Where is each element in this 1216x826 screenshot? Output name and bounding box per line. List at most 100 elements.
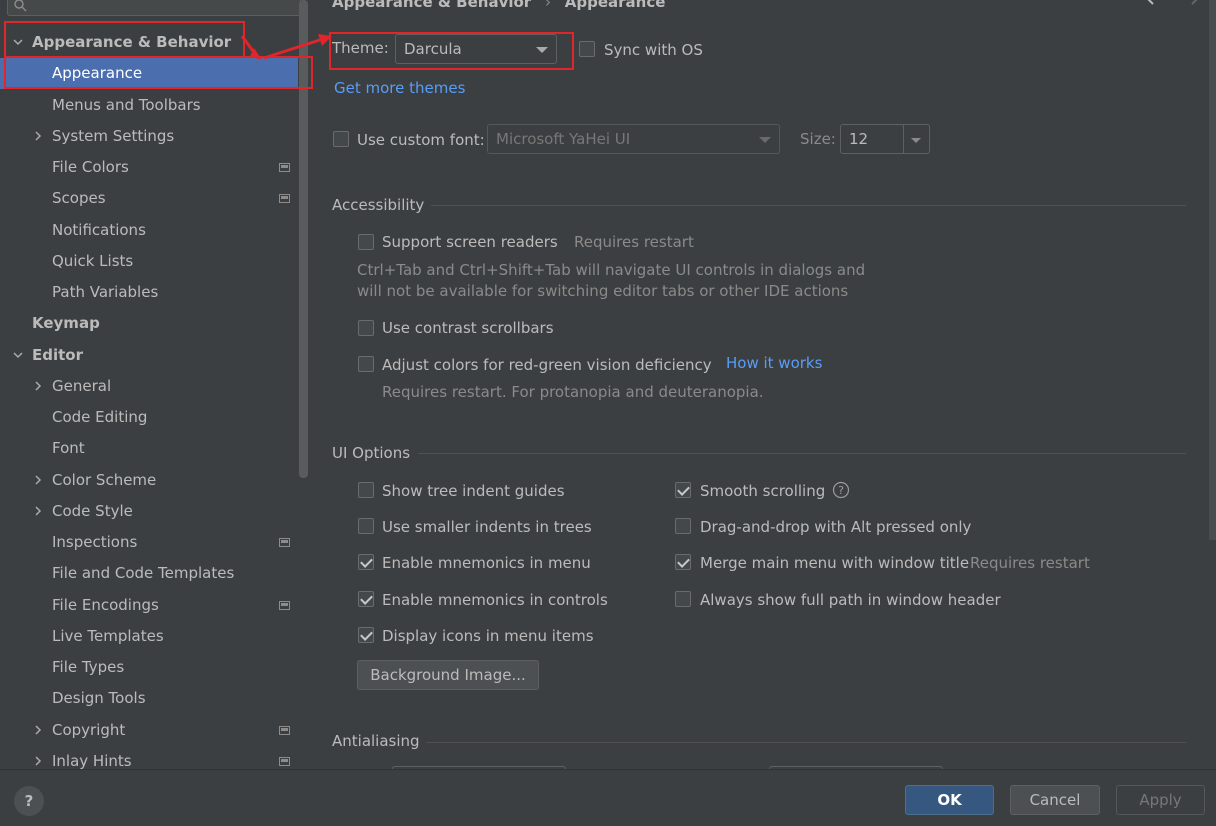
sidebar-item-label: Design Tools	[52, 689, 146, 707]
sidebar-item-font[interactable]: Font	[0, 433, 298, 464]
color-deficiency-label: Adjust colors for red-green vision defic…	[382, 356, 712, 374]
annotation-arrows	[240, 34, 332, 60]
back-arrow-icon[interactable]	[1145, 0, 1165, 8]
sidebar-item-label: General	[52, 377, 112, 395]
tree-indent-guides-label: Show tree indent guides	[382, 482, 565, 500]
sidebar-item-label: File Colors	[52, 158, 129, 176]
sidebar-item-notifications[interactable]: Notifications	[0, 215, 298, 246]
chevron-right-icon	[35, 475, 42, 485]
sidebar-item-path-variables[interactable]: Path Variables	[0, 277, 298, 308]
sidebar-item-label: Path Variables	[52, 283, 159, 301]
breadcrumb: Appearance & Behavior › Appearance	[332, 0, 665, 13]
sidebar-item-quick-lists[interactable]: Quick Lists	[0, 246, 298, 277]
help-button[interactable]: ?	[14, 786, 44, 816]
content-scrollbar[interactable]	[1209, 0, 1216, 540]
sidebar-item-code-style[interactable]: Code Style	[0, 496, 298, 527]
sidebar-item-label: File and Code Templates	[52, 564, 235, 582]
screen-readers-label: Support screen readers	[382, 233, 558, 251]
sidebar-item-live-templates[interactable]: Live Templates	[0, 621, 298, 652]
breadcrumb-parent[interactable]: Appearance & Behavior	[332, 0, 531, 11]
screen-readers-description-2: will not be available for switching edit…	[357, 282, 849, 300]
search-icon	[14, 0, 27, 12]
help-icon[interactable]: ?	[832, 481, 850, 499]
font-size-combo[interactable]: 12	[840, 124, 930, 154]
combo-divider	[903, 125, 904, 153]
sidebar-item-file-colors[interactable]: File Colors	[0, 152, 298, 183]
sidebar-item-design-tools[interactable]: Design Tools	[0, 683, 298, 714]
sidebar-item-label: File Encodings	[52, 596, 159, 614]
sidebar-item-file-code-templates[interactable]: File and Code Templates	[0, 558, 298, 589]
cancel-button[interactable]: Cancel	[1010, 785, 1100, 815]
sidebar-item-file-encodings[interactable]: File Encodings	[0, 590, 298, 621]
sidebar-item-inlay-hints[interactable]: Inlay Hints	[0, 746, 298, 769]
mnemonics-controls-checkbox[interactable]	[358, 591, 374, 607]
how-it-works-link[interactable]: How it works	[726, 354, 822, 372]
sidebar-item-file-types[interactable]: File Types	[0, 652, 298, 683]
sidebar-item-label: Live Templates	[52, 627, 164, 645]
color-deficiency-checkbox[interactable]	[358, 356, 374, 372]
full-path-header-checkbox[interactable]	[675, 591, 691, 607]
sidebar-item-scopes[interactable]: Scopes	[0, 183, 298, 214]
dropdown-arrow-icon	[759, 137, 771, 143]
screen-readers-description-1: Ctrl+Tab and Ctrl+Shift+Tab will navigat…	[357, 261, 866, 279]
project-level-icon	[279, 538, 290, 547]
settings-sidebar: Appearance & Behavior Appearance Menus a…	[0, 0, 311, 769]
settings-content: Appearance & Behavior › Appearance Theme…	[311, 0, 1216, 769]
custom-font-dropdown[interactable]: Microsoft YaHei UI	[487, 124, 780, 154]
mnemonics-menu-checkbox[interactable]	[358, 554, 374, 570]
sidebar-item-label: Keymap	[32, 314, 100, 332]
sidebar-item-label: Editor	[32, 346, 83, 364]
breadcrumb-current: Appearance	[564, 0, 666, 11]
sidebar-item-menus-toolbars[interactable]: Menus and Toolbars	[0, 90, 298, 121]
merge-main-menu-checkbox[interactable]	[675, 554, 691, 570]
project-level-icon	[279, 726, 290, 735]
use-custom-font-label: Use custom font:	[357, 131, 485, 149]
mnemonics-controls-label: Enable mnemonics in controls	[382, 591, 608, 609]
antialiasing-section-title: Antialiasing	[332, 732, 420, 750]
sidebar-item-general[interactable]: General	[0, 371, 298, 402]
sidebar-item-label: Notifications	[52, 221, 146, 239]
smaller-indents-checkbox[interactable]	[358, 518, 374, 534]
sidebar-item-label: Color Scheme	[52, 471, 157, 489]
project-level-icon	[279, 757, 290, 766]
sidebar-item-inspections[interactable]: Inspections	[0, 527, 298, 558]
sync-with-os-checkbox[interactable]	[579, 41, 595, 57]
merge-main-menu-label: Merge main menu with window title	[700, 554, 970, 572]
apply-button[interactable]: Apply	[1116, 785, 1205, 815]
tree-indent-guides-checkbox[interactable]	[358, 482, 374, 498]
sidebar-item-keymap[interactable]: Keymap	[0, 308, 298, 339]
sync-with-os-label: Sync with OS	[604, 41, 703, 59]
smaller-indents-label: Use smaller indents in trees	[382, 518, 592, 536]
screen-readers-checkbox[interactable]	[358, 234, 374, 250]
sidebar-item-editor[interactable]: Editor	[0, 340, 298, 371]
ok-button[interactable]: OK	[905, 785, 994, 815]
settings-search-input[interactable]	[7, 0, 301, 16]
svg-text:?: ?	[838, 484, 844, 497]
sidebar-item-label: Copyright	[52, 721, 126, 739]
accessibility-section-title: Accessibility	[332, 196, 425, 214]
ui-options-section-title: UI Options	[332, 444, 411, 462]
background-image-button[interactable]: Background Image...	[357, 660, 539, 690]
sidebar-item-label: Quick Lists	[52, 252, 134, 270]
chevron-right-icon	[35, 506, 42, 516]
sidebar-item-copyright[interactable]: Copyright	[0, 715, 298, 746]
drag-drop-alt-checkbox[interactable]	[675, 518, 691, 534]
chevron-right-icon	[35, 756, 42, 766]
sidebar-item-label: Inlay Hints	[52, 752, 132, 769]
contrast-scrollbars-checkbox[interactable]	[358, 320, 374, 336]
section-divider	[431, 205, 1186, 206]
sidebar-item-color-scheme[interactable]: Color Scheme	[0, 465, 298, 496]
use-custom-font-checkbox[interactable]	[333, 131, 349, 147]
project-level-icon	[279, 163, 290, 172]
full-path-header-label: Always show full path in window header	[700, 591, 1001, 609]
sidebar-item-label: Code Style	[52, 502, 133, 520]
sidebar-item-label: File Types	[52, 658, 125, 676]
chevron-right-icon	[35, 381, 42, 391]
sidebar-item-system-settings[interactable]: System Settings	[0, 121, 298, 152]
smooth-scrolling-checkbox[interactable]	[675, 482, 691, 498]
forward-arrow-icon[interactable]	[1180, 0, 1200, 8]
sidebar-item-code-editing[interactable]: Code Editing	[0, 402, 298, 433]
menu-icons-checkbox[interactable]	[358, 627, 374, 643]
get-more-themes-link[interactable]: Get more themes	[334, 79, 465, 97]
font-size-value: 12	[849, 130, 869, 148]
